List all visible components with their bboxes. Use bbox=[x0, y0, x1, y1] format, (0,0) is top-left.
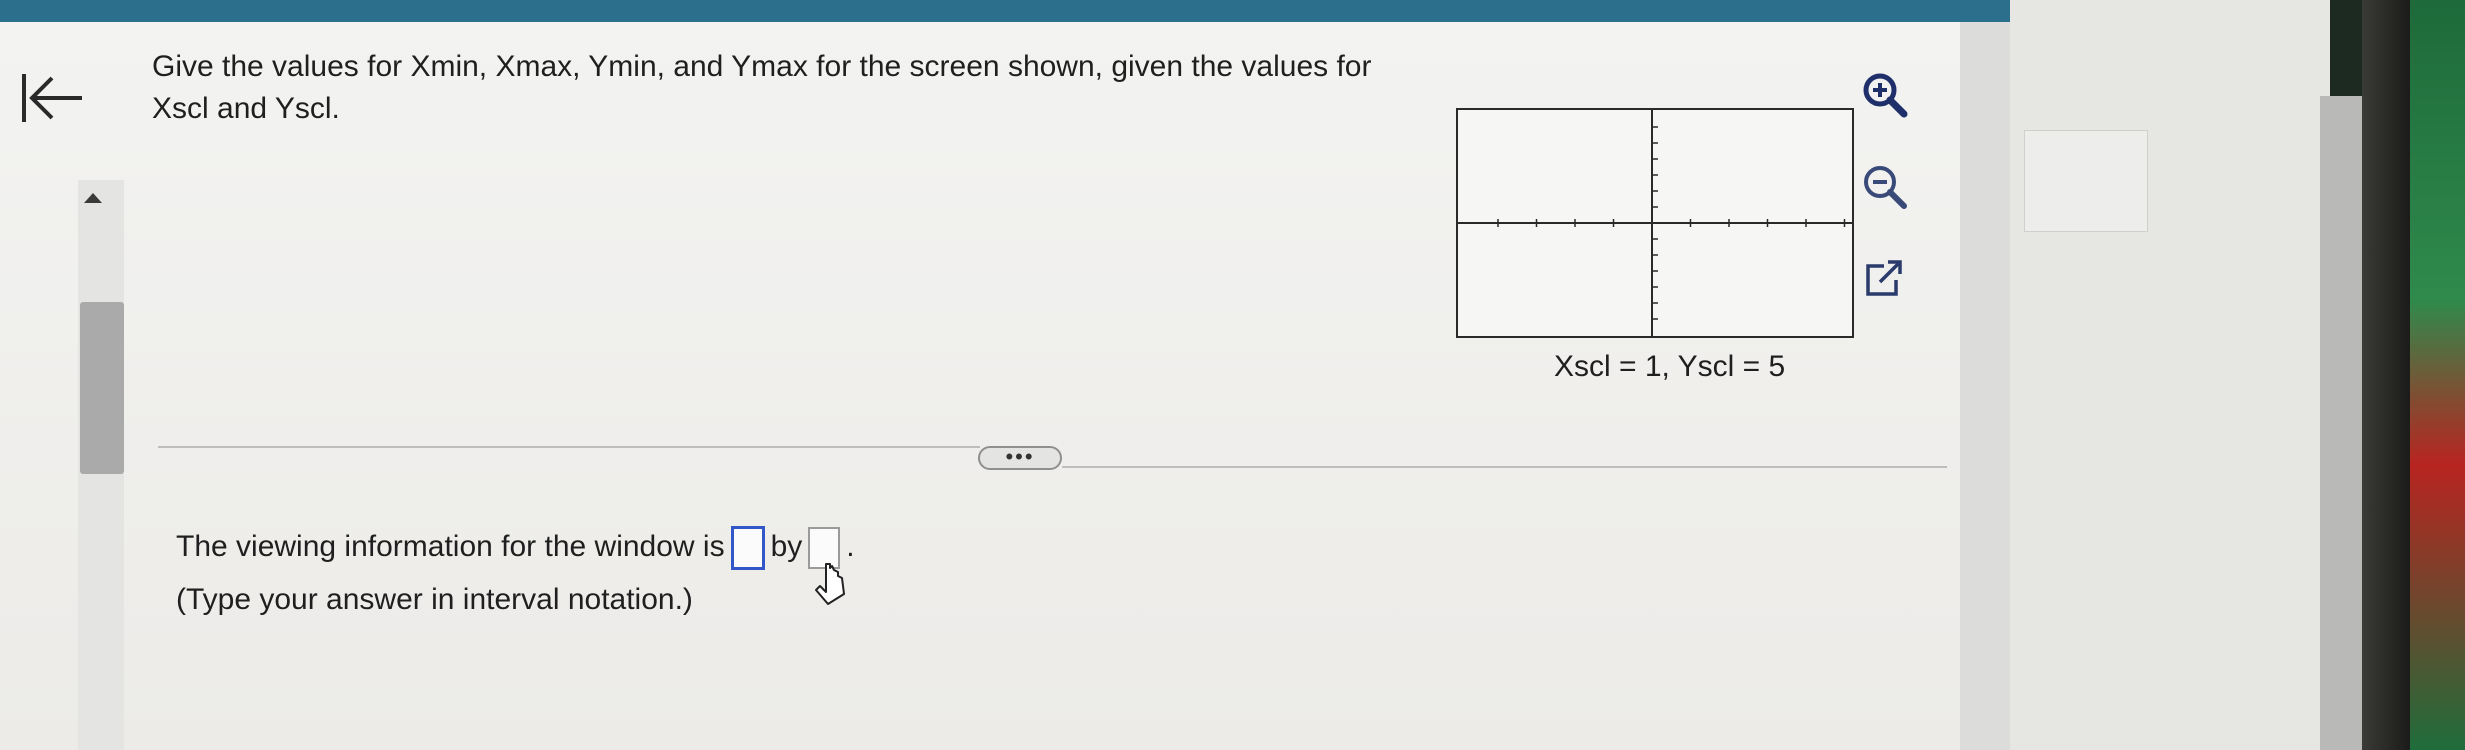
question-text: Give the values for Xmin, Xmax, Ymin, an… bbox=[152, 50, 1372, 125]
background-wall bbox=[2410, 0, 2465, 750]
external-link-icon[interactable] bbox=[1858, 252, 1912, 306]
answer-connector: by bbox=[770, 529, 803, 563]
answer-suffix: . bbox=[846, 529, 855, 563]
answer-hint: (Type your answer in interval notation.) bbox=[176, 583, 693, 616]
section-divider bbox=[158, 446, 980, 448]
scroll-up-arrow-icon[interactable] bbox=[84, 193, 102, 203]
right-panel bbox=[1960, 22, 2010, 750]
scale-caption: Xscl = 1, Yscl = 5 bbox=[1554, 350, 1786, 383]
answer-sentence: The viewing information for the window i… bbox=[176, 526, 855, 570]
section-divider bbox=[1062, 466, 1947, 468]
mouse-cursor-icon bbox=[815, 563, 845, 605]
monitor-bezel bbox=[2362, 0, 2410, 750]
graph-tools bbox=[1858, 68, 1924, 344]
adjacent-card bbox=[2024, 130, 2148, 232]
left-scrollbar-thumb[interactable] bbox=[80, 302, 124, 474]
answer-prefix: The viewing information for the window i… bbox=[176, 529, 725, 563]
back-arrow-icon[interactable] bbox=[18, 68, 88, 128]
right-scrollbar[interactable] bbox=[2320, 96, 2362, 750]
answer-input-x-interval[interactable] bbox=[730, 526, 765, 570]
zoom-in-icon[interactable] bbox=[1858, 68, 1912, 122]
adjacent-panel bbox=[2010, 0, 2330, 750]
calculator-graph-screen bbox=[1456, 108, 1854, 338]
expand-button[interactable]: ••• bbox=[978, 446, 1062, 470]
zoom-out-icon[interactable] bbox=[1858, 160, 1912, 214]
